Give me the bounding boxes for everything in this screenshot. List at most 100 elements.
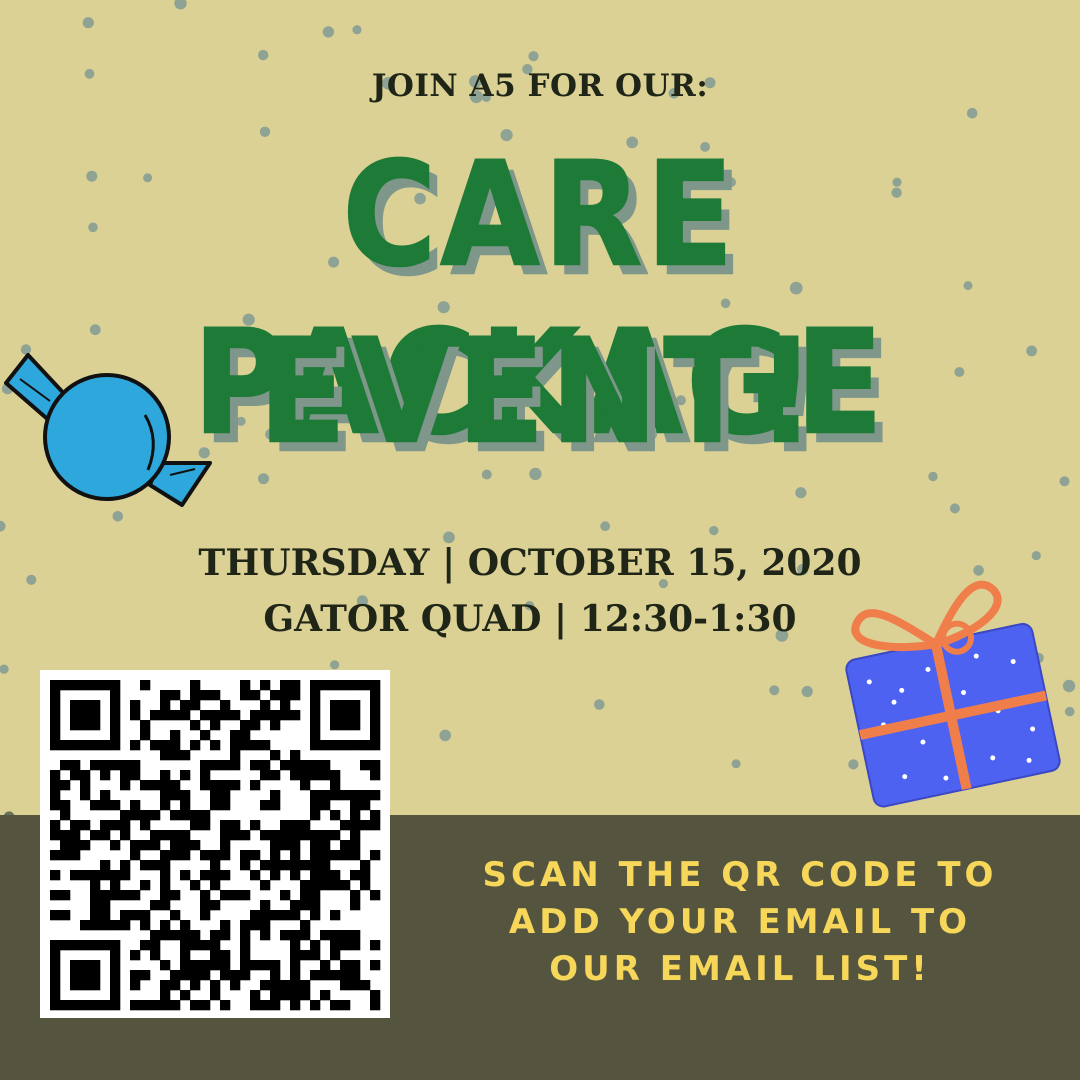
qr-module	[70, 830, 81, 841]
qr-module	[120, 810, 131, 821]
qr-code[interactable]	[40, 670, 390, 1018]
qr-module	[50, 790, 61, 801]
qr-module	[140, 910, 151, 921]
qr-module	[360, 790, 371, 801]
qr-module	[280, 930, 291, 941]
qr-module	[250, 710, 261, 721]
qr-module	[370, 770, 381, 781]
qr-module	[280, 680, 291, 691]
qr-module	[180, 810, 191, 821]
qr-module	[220, 790, 231, 801]
qr-module	[280, 990, 291, 1001]
qr-module	[300, 990, 311, 1001]
qr-module	[130, 1000, 141, 1011]
qr-module	[310, 700, 321, 711]
qr-module	[230, 780, 241, 791]
qr-module	[140, 730, 151, 741]
qr-module	[160, 870, 171, 881]
qr-module	[180, 790, 191, 801]
qr-module	[70, 740, 81, 751]
qr-module	[110, 700, 121, 711]
qr-module	[210, 780, 221, 791]
qr-module	[80, 710, 91, 721]
qr-module	[310, 840, 321, 851]
qr-module	[330, 930, 341, 941]
qr-module	[130, 950, 141, 961]
qr-module	[170, 980, 181, 991]
qr-module	[260, 960, 271, 971]
qr-module	[270, 960, 281, 971]
qr-module	[330, 850, 341, 861]
qr-module	[290, 850, 301, 861]
qr-module	[220, 710, 231, 721]
qr-module	[160, 800, 171, 811]
qr-module	[240, 930, 251, 941]
qr-module	[290, 770, 301, 781]
qr-module	[260, 930, 271, 941]
qr-module	[140, 780, 151, 791]
qr-module	[200, 730, 211, 741]
qr-module	[130, 700, 141, 711]
qr-module	[150, 900, 161, 911]
qr-module	[210, 710, 221, 721]
qr-module	[100, 910, 111, 921]
qr-module	[190, 970, 201, 981]
qr-module	[320, 790, 331, 801]
qr-module	[190, 980, 201, 991]
qr-module	[60, 910, 71, 921]
qr-module	[200, 890, 211, 901]
qr-module	[310, 690, 321, 701]
qr-module	[350, 810, 361, 821]
qr-module	[230, 970, 241, 981]
qr-module	[220, 850, 231, 861]
qr-module	[300, 830, 311, 841]
cta-line-2: ADD YOUR EMAIL TO	[508, 902, 972, 942]
qr-module	[210, 720, 221, 731]
qr-module	[70, 870, 81, 881]
qr-module	[120, 920, 131, 931]
qr-module	[270, 770, 281, 781]
qr-module	[290, 840, 301, 851]
qr-module	[140, 680, 151, 691]
qr-module	[350, 790, 361, 801]
qr-module	[180, 920, 191, 931]
qr-module	[180, 750, 191, 761]
poster: JOIN A5 FOR OUR: CARE PACKAGE EVENT! THU…	[0, 0, 1080, 1080]
qr-module	[200, 780, 211, 791]
qr-module	[340, 710, 351, 721]
qr-module	[180, 990, 191, 1001]
qr-module	[170, 740, 181, 751]
qr-module	[230, 980, 241, 991]
qr-module	[370, 690, 381, 701]
qr-module	[240, 940, 251, 951]
qr-module	[360, 880, 371, 891]
qr-module	[370, 890, 381, 901]
qr-module	[160, 980, 171, 991]
qr-module	[170, 810, 181, 821]
qr-module	[350, 960, 361, 971]
qr-module	[290, 970, 301, 981]
qr-module	[310, 680, 321, 691]
qr-module	[80, 1000, 91, 1011]
qr-module	[210, 880, 221, 891]
qr-module	[270, 980, 281, 991]
qr-module	[160, 900, 171, 911]
qr-module	[280, 980, 291, 991]
qr-module	[110, 730, 121, 741]
qr-module	[90, 890, 101, 901]
qr-module	[110, 950, 121, 961]
qr-module	[170, 750, 181, 761]
qr-module	[310, 1000, 321, 1011]
qr-module	[200, 820, 211, 831]
qr-module	[150, 710, 161, 721]
qr-module	[230, 830, 241, 841]
qr-module	[210, 950, 221, 961]
qr-module	[240, 960, 251, 971]
qr-module	[260, 860, 271, 871]
qr-module	[60, 780, 71, 791]
qr-module	[320, 990, 331, 1001]
qr-module	[300, 900, 311, 911]
qr-module	[310, 710, 321, 721]
qr-module	[250, 1000, 261, 1011]
qr-module	[270, 870, 281, 881]
